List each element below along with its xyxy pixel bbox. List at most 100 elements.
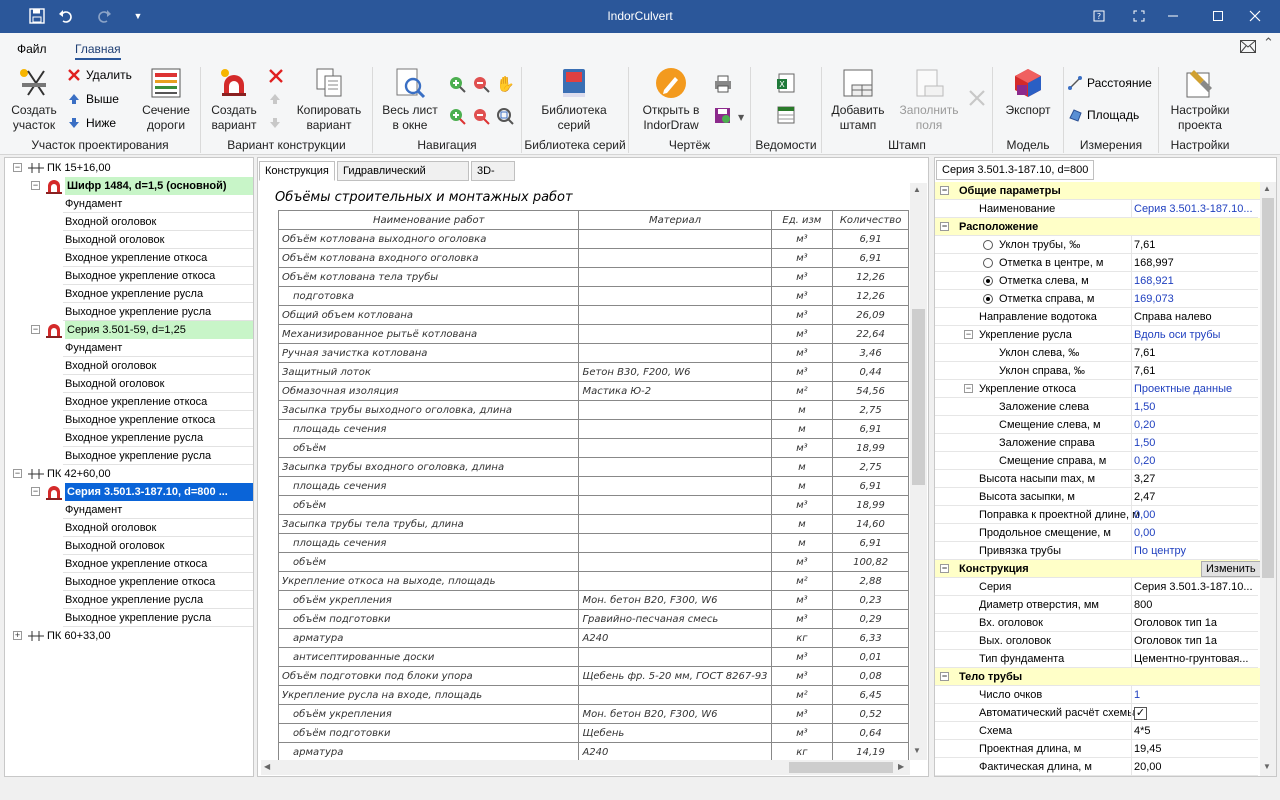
tab-file[interactable]: Файл bbox=[17, 42, 47, 56]
property-value[interactable]: 1 bbox=[1131, 686, 1257, 704]
property-row[interactable]: Заложение справа 1,50 bbox=[935, 434, 1258, 452]
zoom-window-icon[interactable] bbox=[496, 107, 514, 128]
tree-leaf-item[interactable]: Выходное укрепление откоса bbox=[63, 411, 253, 429]
radio-button[interactable] bbox=[983, 294, 993, 304]
tree-leaf-item[interactable]: Выходное укрепление русла bbox=[63, 303, 253, 321]
tree-leaf-item[interactable]: Фундамент bbox=[63, 339, 253, 357]
ribbon-minimize-icon[interactable]: ⌃ bbox=[1263, 35, 1274, 51]
property-row[interactable]: Схема 4*5 bbox=[935, 722, 1258, 740]
scroll-up-icon[interactable]: ▲ bbox=[913, 185, 921, 194]
scroll-down-icon[interactable]: ▼ bbox=[1263, 762, 1271, 771]
tree-leaf-item[interactable]: Выходное укрепление откоса bbox=[63, 267, 253, 285]
copy-variant-button[interactable]: Копировать вариант bbox=[294, 67, 364, 133]
vertical-scrollbar[interactable]: ▲ ▼ bbox=[910, 183, 927, 760]
print-icon[interactable] bbox=[714, 75, 732, 96]
tree-leaf-item[interactable]: Выходное укрепление русла bbox=[63, 609, 253, 627]
statement-excel-icon[interactable]: X bbox=[776, 73, 796, 96]
horizontal-scrollbar[interactable]: ◀ ▶ bbox=[261, 760, 910, 775]
property-row[interactable]: − Укрепление русла Вдоль оси трубы bbox=[935, 326, 1258, 344]
area-button[interactable]: Площадь bbox=[1068, 108, 1139, 122]
property-row[interactable]: Смещение слева, м 0,20 bbox=[935, 416, 1258, 434]
property-row[interactable]: Отметка в центре, м 168,997 bbox=[935, 254, 1258, 272]
project-settings-button[interactable]: Настройки проекта bbox=[1166, 67, 1234, 133]
tree-station-node[interactable]: − ПК 42+60,00 bbox=[13, 465, 253, 483]
property-row[interactable]: Высота засыпки, м 2,47 bbox=[935, 488, 1258, 506]
scroll-down-icon[interactable]: ▼ bbox=[913, 746, 921, 755]
tree-expander-icon[interactable]: − bbox=[13, 469, 22, 478]
property-value[interactable]: 800 bbox=[1131, 596, 1257, 614]
property-row[interactable]: Смещение справа, м 0,20 bbox=[935, 452, 1258, 470]
property-row[interactable]: Проектная длина, м 19,45 bbox=[935, 740, 1258, 758]
property-row[interactable]: Заложение слева 1,50 bbox=[935, 398, 1258, 416]
road-section-button[interactable]: Сечение дороги bbox=[138, 67, 194, 133]
category-expander-icon[interactable]: − bbox=[940, 186, 949, 195]
tree-expander-icon[interactable]: − bbox=[31, 181, 40, 190]
tree-expander-icon[interactable]: − bbox=[31, 325, 40, 334]
variant-delete-icon[interactable] bbox=[268, 68, 284, 87]
property-row[interactable]: Отметка слева, м 168,921 bbox=[935, 272, 1258, 290]
property-value[interactable]: 4*5 bbox=[1131, 722, 1257, 740]
pan-hand-icon[interactable]: ✋ bbox=[496, 75, 515, 93]
horizontal-scroll-thumb[interactable] bbox=[789, 762, 893, 773]
mail-icon[interactable] bbox=[1240, 40, 1256, 56]
tree-variant-node[interactable]: − Серия 3.501.3-187.10, d=800 ... bbox=[31, 483, 253, 501]
property-value[interactable]: 20,00 bbox=[1131, 758, 1257, 776]
property-value[interactable]: Вдоль оси трубы bbox=[1131, 326, 1257, 344]
tree-leaf-item[interactable]: Выходное укрепление откоса bbox=[63, 573, 253, 591]
property-row[interactable]: Привязка трубы По центру bbox=[935, 542, 1258, 560]
property-value[interactable]: 7,61 bbox=[1131, 362, 1257, 380]
property-value[interactable]: 168,997 bbox=[1131, 254, 1257, 272]
tab-home[interactable]: Главная bbox=[75, 42, 121, 60]
property-value[interactable]: 0,20 bbox=[1131, 416, 1257, 434]
close-icon[interactable] bbox=[1246, 7, 1264, 25]
property-value[interactable]: 0,00 bbox=[1131, 524, 1257, 542]
property-value[interactable]: 2,47 bbox=[1131, 488, 1257, 506]
vertical-scroll-thumb[interactable] bbox=[912, 309, 925, 485]
save-drawing-icon[interactable]: ▼ bbox=[714, 107, 745, 128]
fill-fields-button[interactable]: Заполнить поля bbox=[894, 67, 964, 133]
variant-down-icon[interactable] bbox=[268, 116, 282, 133]
tree-variant-node[interactable]: − Шифр 1484, d=1,5 (основной) bbox=[31, 177, 253, 195]
zoom-in-icon[interactable] bbox=[448, 75, 466, 96]
radio-button[interactable] bbox=[983, 240, 993, 250]
tree-leaf-item[interactable]: Входной оголовок bbox=[63, 213, 253, 231]
tree-expander-icon[interactable]: + bbox=[13, 631, 22, 640]
minimize-icon[interactable] bbox=[1164, 7, 1182, 25]
stamp-delete-icon[interactable] bbox=[968, 89, 986, 110]
tree-expander-icon[interactable]: − bbox=[13, 163, 22, 172]
tree-leaf-item[interactable]: Входное укрепление откоса bbox=[63, 555, 253, 573]
help-icon[interactable]: ? bbox=[1090, 7, 1108, 25]
fullscreen-icon[interactable] bbox=[1130, 7, 1148, 25]
open-indordraw-button[interactable]: Открыть в IndorDraw bbox=[636, 67, 706, 133]
property-value[interactable]: Серия 3.501.3-187.10... bbox=[1131, 578, 1257, 596]
zoom-out-step-icon[interactable] bbox=[472, 107, 490, 128]
tab-hydraulic[interactable]: Гидравлический расчёт bbox=[337, 161, 469, 195]
tree-station-node[interactable]: + ПК 60+33,00 bbox=[13, 627, 253, 645]
category-expander-icon[interactable]: − bbox=[940, 222, 949, 231]
property-value[interactable]: Проектные данные bbox=[1131, 380, 1257, 398]
tree-leaf-item[interactable]: Фундамент bbox=[63, 501, 253, 519]
tree-variant-node[interactable]: − Серия 3.501-59, d=1,25 bbox=[31, 321, 253, 339]
tree-station-node[interactable]: − ПК 15+16,00 bbox=[13, 159, 253, 177]
tree-leaf-item[interactable]: Входное укрепление русла bbox=[63, 591, 253, 609]
properties-scroll-thumb[interactable] bbox=[1262, 198, 1274, 578]
scroll-right-icon[interactable]: ▶ bbox=[898, 762, 904, 771]
add-stamp-button[interactable]: Добавить штамп bbox=[828, 67, 888, 133]
tree-leaf-item[interactable]: Выходной оголовок bbox=[63, 231, 253, 249]
property-expander-icon[interactable]: − bbox=[964, 384, 973, 393]
property-row[interactable]: Направление водотока Справа налево bbox=[935, 308, 1258, 326]
property-value[interactable]: 19,45 bbox=[1131, 740, 1257, 758]
property-row[interactable]: − Укрепление откоса Проектные данные bbox=[935, 380, 1258, 398]
property-value[interactable]: Справа налево bbox=[1131, 308, 1257, 326]
radio-button[interactable] bbox=[983, 276, 993, 286]
tree-leaf-item[interactable]: Фундамент bbox=[63, 195, 253, 213]
radio-button[interactable] bbox=[983, 258, 993, 268]
property-value[interactable]: 1,50 bbox=[1131, 398, 1257, 416]
distance-button[interactable]: Расстояние bbox=[1068, 76, 1152, 90]
whole-sheet-button[interactable]: Весь лист в окне bbox=[380, 67, 440, 133]
property-value[interactable]: Оголовок тип 1а bbox=[1131, 614, 1257, 632]
tree-leaf-item[interactable]: Выходной оголовок bbox=[63, 537, 253, 555]
properties-tab[interactable]: Серия 3.501.3-187.10, d=800 bbox=[936, 160, 1095, 180]
tree-leaf-item[interactable]: Входной оголовок bbox=[63, 357, 253, 375]
property-row[interactable]: Высота насыпи max, м 3,27 bbox=[935, 470, 1258, 488]
